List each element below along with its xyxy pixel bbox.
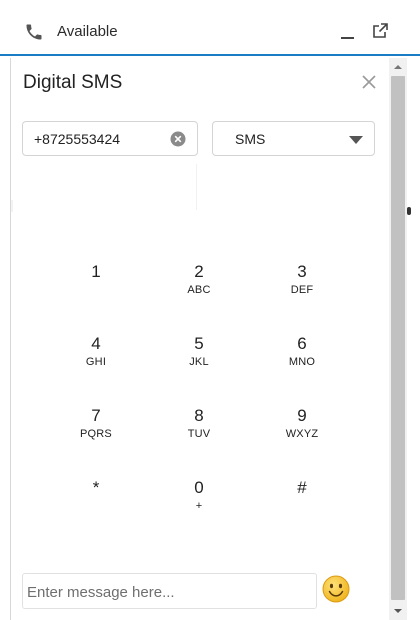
availability-status[interactable]: Available bbox=[57, 22, 118, 42]
key-letters: ABC bbox=[187, 284, 211, 296]
key-letters: GHI bbox=[85, 356, 107, 368]
phone-icon bbox=[26, 24, 42, 40]
key-letters: + bbox=[195, 500, 203, 512]
key-letters: JKL bbox=[189, 356, 209, 368]
message-input[interactable] bbox=[27, 582, 307, 602]
popout-icon[interactable] bbox=[370, 21, 390, 41]
minimize-icon[interactable] bbox=[338, 22, 358, 42]
dialpad-key-9[interactable]: 9 WXYZ bbox=[262, 405, 342, 457]
key-digit: 7 bbox=[91, 406, 101, 425]
message-field[interactable] bbox=[22, 573, 317, 609]
dialpad-key-6[interactable]: 6 MNO bbox=[262, 333, 342, 385]
dialpad-key-2[interactable]: 2 ABC bbox=[159, 261, 239, 313]
key-digit: # bbox=[297, 478, 307, 497]
key-letters: PQRS bbox=[80, 428, 112, 440]
key-digit: 4 bbox=[91, 334, 101, 353]
dialpad-key-7[interactable]: 7 PQRS bbox=[56, 405, 136, 457]
scroll-thumb[interactable] bbox=[391, 76, 405, 600]
dialpad: 1 2 ABC 3 DEF 4 GHI 5 JKL 6 MNO 7 PQRS 8… bbox=[11, 58, 389, 538]
key-letters: DEF bbox=[290, 284, 314, 296]
sms-panel: Digital SMS SMS 1 bbox=[10, 58, 388, 620]
scroll-up-arrow-icon[interactable] bbox=[389, 58, 407, 76]
dialpad-key-star[interactable]: * bbox=[56, 477, 136, 529]
dialpad-key-5[interactable]: 5 JKL bbox=[159, 333, 239, 385]
key-digit: 5 bbox=[194, 334, 204, 353]
sms-widget: Available Digital SMS SMS bbox=[0, 0, 420, 620]
edge-artifact bbox=[407, 207, 411, 215]
key-digit: 3 bbox=[297, 262, 307, 281]
key-letters: WXYZ bbox=[285, 428, 319, 440]
smiley-emoji-icon[interactable] bbox=[321, 574, 351, 604]
key-digit: 6 bbox=[297, 334, 307, 353]
key-letters: TUV bbox=[187, 428, 211, 440]
key-digit: 9 bbox=[297, 406, 307, 425]
key-digit: 8 bbox=[194, 406, 204, 425]
key-digit: * bbox=[92, 478, 100, 497]
dialpad-key-4[interactable]: 4 GHI bbox=[56, 333, 136, 385]
dialpad-key-3[interactable]: 3 DEF bbox=[262, 261, 342, 313]
scroll-down-arrow-icon[interactable] bbox=[389, 602, 407, 620]
dialpad-key-8[interactable]: 8 TUV bbox=[159, 405, 239, 457]
dialpad-key-1[interactable]: 1 bbox=[56, 261, 136, 313]
key-digit: 1 bbox=[91, 262, 101, 281]
vertical-scrollbar[interactable] bbox=[389, 58, 407, 620]
key-digit: 0 bbox=[194, 478, 204, 497]
status-bar: Available bbox=[0, 0, 420, 56]
dialpad-key-hash[interactable]: # bbox=[262, 477, 342, 529]
key-letters: MNO bbox=[288, 356, 316, 368]
dialpad-key-0[interactable]: 0 + bbox=[159, 477, 239, 529]
key-digit: 2 bbox=[194, 262, 204, 281]
